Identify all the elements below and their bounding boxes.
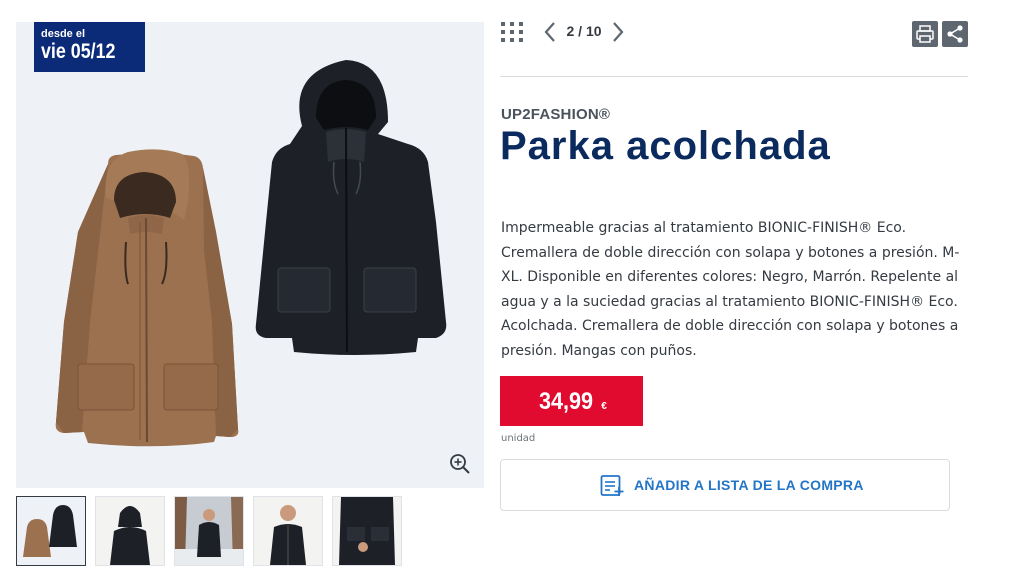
price-value: 34,99 — [539, 388, 594, 415]
chevron-left-icon[interactable] — [542, 20, 558, 44]
header-divider — [500, 76, 968, 77]
price-currency: € — [601, 401, 607, 412]
date-badge-prefix: desde el — [41, 28, 86, 40]
shopping-list-add-icon — [600, 475, 624, 496]
thumbnail-image — [254, 497, 322, 565]
price-unit: unidad — [501, 433, 536, 444]
grid-icon[interactable] — [500, 20, 524, 44]
product-main-image[interactable]: desde el vie 05/12 — [16, 22, 484, 488]
print-button[interactable] — [912, 21, 938, 47]
zoom-in-icon[interactable] — [448, 452, 472, 476]
thumbnail-image — [333, 497, 401, 565]
thumbnail-image — [17, 497, 85, 565]
thumbnail-image — [175, 497, 243, 565]
brown-parka — [55, 149, 239, 447]
thumbnail-image — [96, 497, 164, 565]
share-icon — [947, 25, 963, 43]
thumbnail-5[interactable] — [332, 496, 402, 566]
product-title: Parka acolchada — [500, 124, 831, 168]
date-badge: desde el vie 05/12 — [34, 22, 145, 72]
thumbnail-4[interactable] — [253, 496, 323, 566]
add-to-shopping-list-label: AÑADIR A LISTA DE LA COMPRA — [634, 477, 864, 493]
share-button[interactable] — [942, 21, 968, 47]
product-description: Impermeable gracias al tratamiento BIONI… — [501, 220, 960, 359]
price-box: 34,99 € — [500, 376, 643, 426]
parka-illustration — [55, 60, 447, 447]
chevron-right-icon[interactable] — [610, 20, 626, 44]
thumbnail-2[interactable] — [95, 496, 165, 566]
date-badge-date: vie 05/12 — [41, 40, 116, 63]
black-parka — [255, 60, 447, 355]
thumbnail-1[interactable] — [16, 496, 86, 566]
product-toolbar: 2 / 10 — [500, 18, 968, 50]
print-icon — [916, 25, 934, 43]
product-brand: UP2FASHION® — [501, 106, 611, 123]
add-to-shopping-list-button[interactable]: AÑADIR A LISTA DE LA COMPRA — [500, 459, 950, 511]
pager-indicator: 2 / 10 — [566, 23, 602, 39]
thumbnail-3[interactable] — [174, 496, 244, 566]
